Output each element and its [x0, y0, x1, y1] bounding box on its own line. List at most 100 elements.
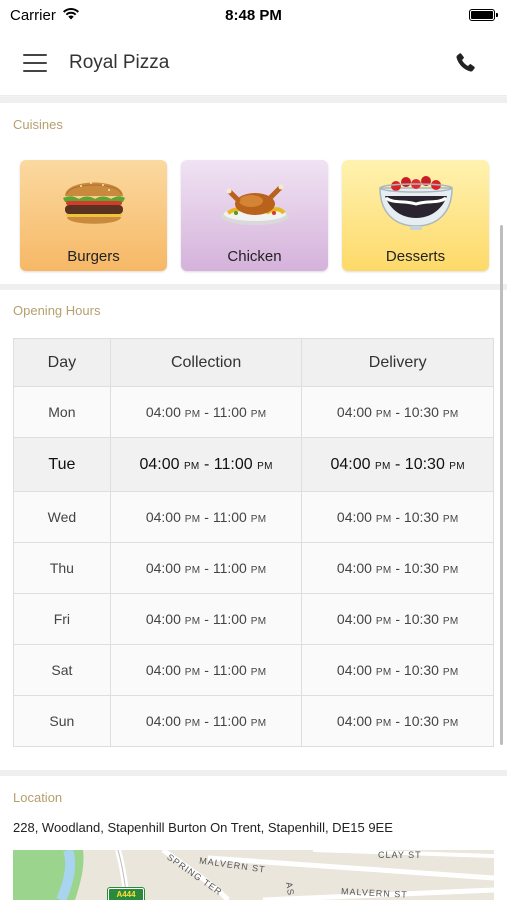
time-period: PM [184, 409, 201, 420]
time-value: 04:00 [139, 455, 180, 473]
column-header-delivery: Delivery [301, 338, 494, 387]
day-cell: Sun [13, 695, 111, 747]
collection-hours-cell: 04:00 PM - 11:00 PM [109, 644, 303, 696]
scrollbar[interactable] [500, 225, 503, 745]
time-value: 04:00 [336, 404, 372, 420]
cuisine-card-desserts[interactable]: Desserts [342, 160, 489, 271]
cuisine-name: Desserts [385, 248, 446, 265]
cuisine-name: Chicken [227, 248, 282, 265]
table-row: Fri 04:00 PM - 11:00 PM 04:00 PM - 10:30 P… [13, 593, 494, 645]
time-value: 04:00 [145, 509, 181, 525]
app-header: Royal Pizza [0, 30, 507, 96]
time-value: 10:30 [403, 713, 439, 729]
time-period: PM [442, 667, 459, 678]
time-period: PM [442, 565, 459, 576]
opening-hours-body: Mon 04:00 PM - 11:00 PM 04:00 PM - 10:30 P… [13, 386, 494, 747]
roast-chicken-icon [220, 184, 289, 225]
battery-icon [469, 9, 498, 21]
opening-hours-table: Day Collection Delivery Mon 04:00 PM - 11… [13, 338, 494, 747]
status-left: Carrier [10, 7, 80, 24]
time-value: 11:00 [212, 611, 247, 627]
collection-hours-cell: 04:00 PM - 11:00 PM [109, 491, 303, 543]
time-period: PM [250, 565, 267, 576]
collection-hours-cell: 04:00 PM - 11:00 PM [109, 695, 303, 747]
delivery-hours-cell: 04:00 PM - 10:30 PM [301, 437, 494, 492]
time-value: 04:00 [336, 611, 372, 627]
map-roads [13, 850, 494, 900]
map-label: AS [283, 881, 297, 897]
time-value: 04:00 [330, 455, 371, 473]
time-period: PM [442, 718, 459, 729]
time-value: 10:30 [404, 455, 445, 473]
time-period: PM [375, 514, 392, 525]
location-label: Location [13, 790, 63, 805]
column-header-collection: Collection [109, 338, 303, 387]
day-cell: Fri [13, 593, 111, 645]
map-label: CLAY ST [378, 850, 422, 860]
time-period: PM [257, 460, 273, 472]
time-period: PM [442, 514, 459, 525]
time-value: 04:00 [145, 662, 181, 678]
collection-hours-cell: 04:00 PM - 11:00 PM [109, 542, 303, 594]
cuisines-label: Cuisines [13, 117, 63, 132]
table-row: Sat 04:00 PM - 11:00 PM 04:00 PM - 10:30 P… [13, 644, 494, 696]
day-cell: Thu [13, 542, 111, 594]
time-period: PM [449, 460, 465, 472]
time-period: PM [183, 460, 200, 472]
divider [0, 284, 507, 290]
table-row: Mon 04:00 PM - 11:00 PM 04:00 PM - 10:30 P… [13, 386, 494, 438]
cuisine-card-chicken[interactable]: Chicken [181, 160, 328, 271]
status-bar: Carrier 8:48 PM [0, 0, 507, 30]
time-value: 04:00 [145, 713, 181, 729]
time-value: 11:00 [212, 662, 247, 678]
delivery-hours-cell: 04:00 PM - 10:30 PM [301, 695, 494, 747]
time-period: PM [250, 718, 267, 729]
time-period: PM [442, 616, 459, 627]
collection-hours-cell: 04:00 PM - 11:00 PM [109, 386, 303, 438]
time-value: 04:00 [336, 662, 372, 678]
day-cell: Tue [13, 437, 111, 492]
location-map[interactable]: SPRING TER MALVERN ST CLAY ST MALVERN ST… [13, 850, 494, 900]
time-period: PM [374, 460, 391, 472]
opening-hours-label: Opening Hours [13, 303, 101, 318]
delivery-hours-cell: 04:00 PM - 10:30 PM [301, 593, 494, 645]
address-text: 228, Woodland, Stapenhill Burton On Tren… [13, 820, 393, 835]
phone-call-icon[interactable] [449, 47, 481, 79]
time-value: 04:00 [145, 611, 181, 627]
carrier-label: Carrier [10, 6, 56, 24]
table-row: Sun 04:00 PM - 11:00 PM 04:00 PM - 10:30 P… [13, 695, 494, 747]
divider [0, 770, 507, 776]
burger-icon [62, 182, 125, 224]
time-period: PM [184, 718, 201, 729]
delivery-hours-cell: 04:00 PM - 10:30 PM [301, 644, 494, 696]
time-value: 04:00 [145, 560, 181, 576]
time-value: 11:00 [213, 455, 253, 473]
delivery-hours-cell: 04:00 PM - 10:30 PM [301, 491, 494, 543]
table-row: Wed 04:00 PM - 11:00 PM 04:00 PM - 10:30 P… [13, 491, 494, 543]
hamburger-menu-icon[interactable] [23, 48, 53, 78]
page-title: Royal Pizza [69, 51, 170, 73]
cuisine-name: Burgers [67, 248, 120, 265]
time-value: 04:00 [336, 560, 372, 576]
day-cell: Sat [13, 644, 111, 696]
time-period: PM [250, 667, 267, 678]
time-period: PM [184, 565, 201, 576]
table-header-row: Day Collection Delivery [13, 338, 494, 387]
time-period: PM [250, 514, 267, 525]
cuisine-list: Burgers Chicken Desserts [20, 160, 489, 271]
time-value: 04:00 [336, 509, 372, 525]
time-value: 10:30 [403, 611, 439, 627]
cuisine-card-burgers[interactable]: Burgers [20, 160, 167, 271]
time-value: 10:30 [403, 662, 439, 678]
collection-hours-cell: 04:00 PM - 11:00 PM [109, 593, 303, 645]
time-value: 11:00 [212, 509, 247, 525]
delivery-hours-cell: 04:00 PM - 10:30 PM [301, 542, 494, 594]
delivery-hours-cell: 04:00 PM - 10:30 PM [301, 386, 494, 438]
time-value: 11:00 [212, 560, 247, 576]
time-period: PM [375, 565, 392, 576]
time-period: PM [184, 616, 201, 627]
time-period: PM [184, 514, 201, 525]
divider [0, 97, 507, 103]
time-value: 10:30 [403, 509, 439, 525]
collection-hours-cell: 04:00 PM - 11:00 PM [109, 437, 303, 492]
